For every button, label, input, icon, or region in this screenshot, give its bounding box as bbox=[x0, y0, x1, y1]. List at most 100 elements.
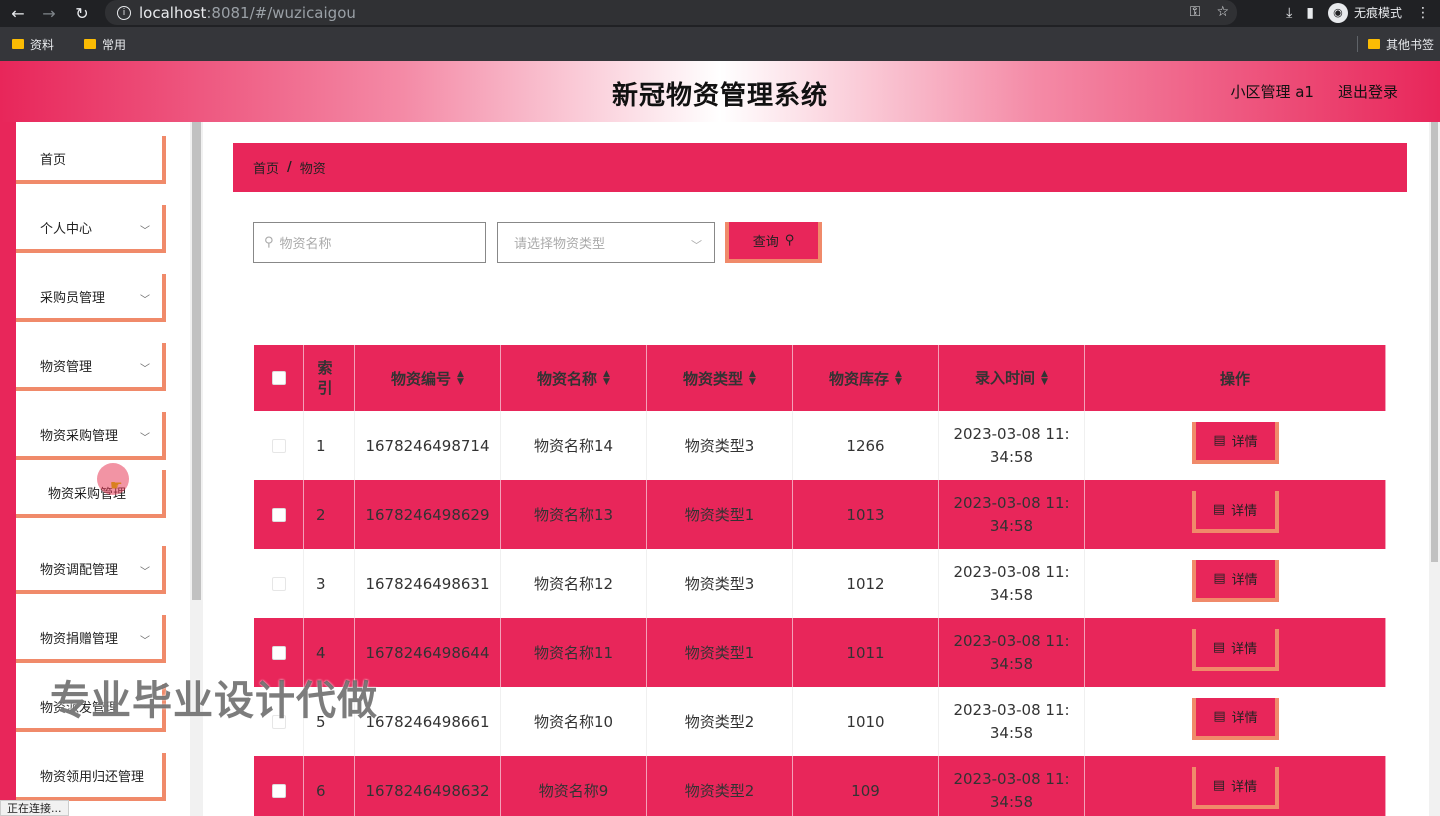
menu-icon[interactable]: ⋮ bbox=[1416, 5, 1430, 21]
chevron-down-icon: ﹀ bbox=[691, 239, 702, 252]
sidebar-item-purchase[interactable]: 物资采购管理 ﹀ bbox=[16, 412, 166, 460]
incognito-label: 无痕模式 bbox=[1353, 6, 1402, 20]
header-code[interactable]: 物资编号 ▲ ▼ bbox=[355, 345, 501, 411]
document-icon: ▤ bbox=[1212, 778, 1226, 793]
row-checkbox[interactable] bbox=[271, 438, 286, 453]
chevron-down-icon: ﹀ bbox=[140, 295, 150, 306]
detail-label: 详情 bbox=[1231, 435, 1258, 450]
back-icon[interactable]: ← bbox=[3, 1, 33, 25]
app-header: 新冠物资管理系统 小区管理 a1 退出登录 bbox=[0, 61, 1440, 122]
other-bookmarks[interactable]: 其他书签 bbox=[1367, 27, 1434, 61]
page-scrollbar[interactable] bbox=[1429, 122, 1440, 816]
sidebar-scroll-thumb[interactable] bbox=[192, 122, 201, 600]
cell-index: 6 bbox=[304, 756, 355, 816]
cell-stock: 1013 bbox=[793, 480, 939, 549]
chevron-down-icon: ﹀ bbox=[140, 636, 150, 647]
other-bookmarks-label: 其他书签 bbox=[1385, 37, 1434, 52]
row-checkbox[interactable] bbox=[271, 783, 286, 798]
search-icon: ⚲ bbox=[264, 235, 274, 250]
sidebar-item-allocation[interactable]: 物资调配管理 ﹀ bbox=[16, 546, 166, 594]
detail-label: 详情 bbox=[1231, 504, 1258, 519]
detail-button[interactable]: ▤ 详情 bbox=[1191, 628, 1279, 671]
sidebar-item-personal[interactable]: 个人中心 ﹀ bbox=[16, 205, 166, 253]
column-label: 物资类型 bbox=[683, 369, 744, 388]
page-scroll-thumb[interactable] bbox=[1431, 122, 1438, 562]
breadcrumb: 首页 / 物资 bbox=[233, 143, 1407, 192]
current-user: 小区管理 a1 bbox=[1230, 83, 1314, 101]
table-row: 1 1678246498714 物资名称14 物资类型3 1266 2023-03-08 … bbox=[254, 411, 1386, 480]
sidebar-item-donation[interactable]: 物资捐赠管理 ﹀ bbox=[16, 615, 166, 663]
incognito-badge[interactable]: ◉ 无痕模式 bbox=[1327, 2, 1402, 23]
cell-index: 3 bbox=[304, 549, 355, 618]
forward-icon[interactable]: → bbox=[34, 1, 64, 25]
folder-icon bbox=[1367, 39, 1380, 49]
cell-name: 物资名称11 bbox=[501, 618, 647, 687]
cell-actions: ▤ 详情 bbox=[1085, 687, 1386, 756]
download-icon[interactable]: ⤓ bbox=[1286, 5, 1292, 21]
bookmark-folder-0[interactable]: 资料 bbox=[12, 36, 54, 53]
chevron-down-icon: ﹀ bbox=[140, 364, 150, 375]
cell-index: 1 bbox=[304, 411, 355, 480]
cell-actions: ▤ 详情 bbox=[1085, 411, 1386, 480]
detail-button[interactable]: ▤ 详情 bbox=[1192, 421, 1279, 464]
cell-code: 1678246498629 bbox=[355, 480, 501, 549]
search-input[interactable]: ⚲ 物资名称 bbox=[253, 222, 486, 263]
column-label: 物资编号 bbox=[391, 369, 452, 388]
sort-icon[interactable]: ▲ ▼ bbox=[1041, 370, 1048, 387]
sort-icon[interactable]: ▲ ▼ bbox=[895, 370, 902, 387]
cell-code: 1678246498631 bbox=[355, 549, 501, 618]
detail-label: 详情 bbox=[1231, 573, 1258, 588]
reload-icon[interactable]: ↻ bbox=[67, 1, 97, 25]
column-label: 操作 bbox=[1219, 369, 1250, 388]
sort-icon[interactable]: ▲ ▼ bbox=[457, 370, 464, 387]
table-row: 5 1678246498661 物资名称10 物资类型2 1010 2023-03-08 … bbox=[254, 687, 1386, 756]
chevron-down-icon: ﹀ bbox=[140, 226, 150, 237]
cell-name: 物资名称14 bbox=[501, 411, 647, 480]
header-type[interactable]: 物资类型 ▲ ▼ bbox=[647, 345, 793, 411]
address-bar[interactable]: i localhost :8081/#/wuzicaigou ⚿ ☆ bbox=[105, 0, 1237, 25]
star-icon[interactable]: ☆ bbox=[1216, 4, 1229, 20]
row-checkbox[interactable] bbox=[271, 507, 286, 522]
cell-time-clock: 34:58 bbox=[989, 447, 1034, 466]
type-select[interactable]: 请选择物资类型 ﹀ bbox=[497, 222, 715, 263]
bookmark-folder-1[interactable]: 常用 bbox=[84, 36, 126, 53]
detail-button[interactable]: ▤ 详情 bbox=[1191, 490, 1279, 533]
cell-name: 物资名称13 bbox=[501, 480, 647, 549]
sidebar-item-home[interactable]: 首页 bbox=[16, 136, 166, 184]
header-name[interactable]: 物资名称 ▲ ▼ bbox=[501, 345, 647, 411]
header-stock[interactable]: 物资库存 ▲ ▼ bbox=[793, 345, 939, 411]
logout-link[interactable]: 退出登录 bbox=[1338, 81, 1398, 102]
sidebar-item-buyers[interactable]: 采购员管理 ﹀ bbox=[16, 274, 166, 322]
sort-icon[interactable]: ▲ ▼ bbox=[749, 370, 756, 387]
cell-stock: 1266 bbox=[793, 411, 939, 480]
sidebar-subitem-purchase[interactable]: 物资采购管理 bbox=[16, 470, 166, 518]
key-icon[interactable]: ⚿ bbox=[1190, 4, 1201, 20]
detail-button[interactable]: ▤ 详情 bbox=[1191, 766, 1279, 809]
sidebar-item-label: 个人中心 bbox=[40, 221, 93, 237]
breadcrumb-home[interactable]: 首页 bbox=[253, 158, 279, 177]
sort-icon[interactable]: ▲ ▼ bbox=[603, 370, 610, 387]
query-button[interactable]: 查询 ⚲ bbox=[725, 222, 822, 263]
header-checkbox-cell bbox=[254, 345, 304, 411]
url-path: :8081/#/wuzicaigou bbox=[206, 3, 356, 22]
row-checkbox[interactable] bbox=[271, 576, 286, 591]
sidebar-item-supplies[interactable]: 物资管理 ﹀ bbox=[16, 343, 166, 391]
info-icon[interactable]: i bbox=[117, 5, 131, 20]
sidebar-item-borrow-return[interactable]: 物资领用归还管理 bbox=[16, 753, 166, 801]
bookmark-label: 资料 bbox=[30, 37, 55, 52]
detail-label: 详情 bbox=[1231, 780, 1258, 795]
cell-name: 物资名称10 bbox=[501, 687, 647, 756]
cell-time-clock: 34:58 bbox=[989, 654, 1034, 673]
header-time[interactable]: 录入时间 ▲ ▼ bbox=[939, 345, 1085, 411]
select-all-checkbox[interactable] bbox=[271, 371, 286, 385]
detail-button[interactable]: ▤ 详情 bbox=[1192, 697, 1279, 740]
table-header: 索引 物资编号 ▲ ▼ 物资名称 ▲ ▼ 物资类型 ▲ ▼ 物资库存 ▲ ▼ 录入时间 ▲ ▼ 操作 bbox=[254, 345, 1386, 411]
detail-button[interactable]: ▤ 详情 bbox=[1192, 559, 1279, 602]
cell-stock: 1011 bbox=[793, 618, 939, 687]
incognito-icon: ◉ bbox=[1327, 2, 1348, 23]
cell-actions: ▤ 详情 bbox=[1085, 480, 1386, 549]
column-label: 录入时间 bbox=[975, 368, 1036, 387]
query-label: 查询 bbox=[752, 235, 779, 250]
sidepanel-icon[interactable]: ▮ bbox=[1306, 5, 1314, 21]
row-checkbox[interactable] bbox=[271, 645, 286, 660]
